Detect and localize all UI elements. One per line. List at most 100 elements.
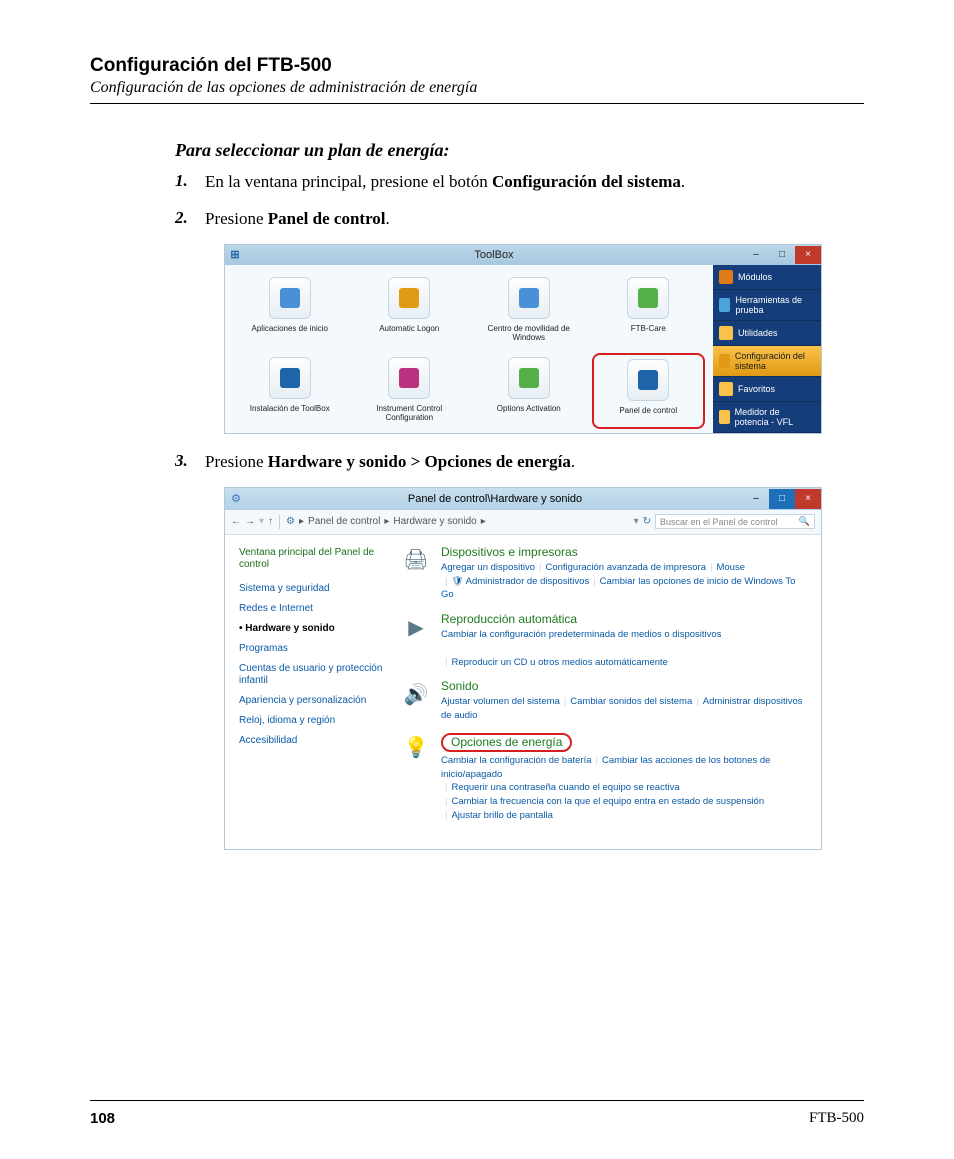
category-icon: 🔊 [401,679,431,709]
app-launcher-item[interactable]: Panel de control [592,353,706,429]
subcategory-link[interactable]: Mouse [716,562,745,573]
subcategory-link[interactable]: Ajustar brillo de pantalla [451,810,552,821]
sidebar-category-link[interactable]: Programas [239,643,389,655]
app-label: FTB-Care [631,325,666,334]
subcategory-link[interactable]: Cambiar la configuración predeterminada … [441,629,721,640]
category-title[interactable]: Sonido [441,679,809,693]
back-button[interactable]: ← [231,516,241,527]
app-launcher-item[interactable]: FTB-Care [592,273,706,349]
category-icon: ▶ [401,612,431,642]
category-icon: 💡 [401,733,431,763]
app-icon [627,277,669,319]
sidebar-item-label: Módulos [738,272,772,282]
step-number: 2. [175,208,205,231]
footer-rule [90,1100,864,1101]
sidebar-category-link[interactable]: Redes e Internet [239,603,389,615]
subcategory-link[interactable]: Configuración avanzada de impresora [545,562,706,573]
category-title[interactable]: Dispositivos e impresoras [441,545,809,559]
app-icon [388,357,430,399]
subcategory-link[interactable]: Cambiar la configuración de batería [441,755,592,766]
category-block: ▶ Reproducción automática Cambiar la confi… [401,612,809,669]
close-button[interactable]: × [795,489,821,509]
subcategory-link[interactable]: Reproducir un CD u otros medios automáti… [451,657,668,668]
sidebar-item[interactable]: Herramientas de prueba [713,290,821,321]
app-launcher-item[interactable]: Automatic Logon [353,273,467,349]
breadcrumb[interactable]: Hardware y sonido [393,516,476,527]
app-launcher-item[interactable]: Options Activation [472,353,586,429]
page-footer: 108 FTB-500 [90,1110,864,1127]
sidebar-item[interactable]: Configuración del sistema [713,346,821,377]
sidebar-item[interactable]: Favoritos [713,377,821,402]
sidebar-category-link[interactable]: Cuentas de usuario y protección infantil [239,663,389,687]
step-3: 3. Presione Hardware y sonido > Opciones… [175,451,864,474]
sidebar-category-link[interactable]: Reloj, idioma y región [239,715,389,727]
forward-button[interactable]: → [245,516,255,527]
sidebar-category-link[interactable]: Accesibilidad [239,735,389,747]
window-title: Panel de control\Hardware y sonido [247,493,743,505]
sidebar-item-label: Medidor de potencia - VFL [735,407,815,427]
search-input[interactable]: Buscar en el Panel de control 🔍 [655,514,815,529]
category-icon: 🖨 [401,545,431,575]
sidebar-item[interactable]: Medidor de potencia - VFL [713,402,821,433]
app-icon [388,277,430,319]
minimize-button[interactable]: – [743,489,769,509]
breadcrumb[interactable]: Panel de control [308,516,380,527]
window-titlebar: ⊞ ToolBox – □ × [225,245,821,265]
app-label: Instrument Control Configuration [364,405,454,423]
subcategory-link[interactable]: 🛡 Administrador de dispositivos [451,576,589,587]
app-icon [508,277,550,319]
refresh-button[interactable]: ↻ [643,516,651,527]
maximize-button[interactable]: □ [769,246,795,264]
close-button[interactable]: × [795,246,821,264]
category-title[interactable]: Reproducción automática [441,612,809,626]
category-title[interactable]: Opciones de energía [441,733,572,752]
app-label: Instalación de ToolBox [250,405,330,414]
step-number: 3. [175,451,205,474]
category-block: 🖨 Dispositivos e impresoras Agregar un dis… [401,545,809,602]
page-header-subtitle: Configuración de las opciones de adminis… [90,79,864,97]
subcategory-link[interactable]: Ajustar volumen del sistema [441,696,560,707]
header-rule [90,103,864,104]
section-heading: Para seleccionar un plan de energía: [175,140,864,161]
app-icon [269,357,311,399]
sidebar-icon [719,270,733,284]
step-1: 1. En la ventana principal, presione el … [175,171,864,194]
sidebar-category-link[interactable]: Hardware y sonido [239,623,389,635]
subcategory-link[interactable]: Requerir una contraseña cuando el equipo… [451,782,679,793]
step-text: En la ventana principal, presione el bot… [205,171,864,194]
step-2: 2. Presione Panel de control. [175,208,864,231]
sidebar-icon [719,354,730,368]
subcategory-link[interactable]: Agregar un dispositivo [441,562,535,573]
minimize-button[interactable]: – [743,246,769,264]
maximize-button[interactable]: □ [769,489,795,509]
sidebar-category-link[interactable]: Sistema y seguridad [239,583,389,595]
step-number: 1. [175,171,205,194]
window-titlebar: ⚙ Panel de control\Hardware y sonido – □… [225,488,821,510]
app-launcher-item[interactable]: Instrument Control Configuration [353,353,467,429]
app-icon [269,277,311,319]
app-label: Centro de movilidad de Windows [484,325,574,343]
footer-model: FTB-500 [809,1110,864,1127]
sidebar-category-link[interactable]: Apariencia y personalización [239,695,389,707]
up-button[interactable]: ↑ [268,516,273,527]
app-launcher-item[interactable]: Aplicaciones de inicio [233,273,347,349]
subcategory-link[interactable]: Cambiar la frecuencia con la que el equi… [451,796,764,807]
step-text: Presione Hardware y sonido > Opciones de… [205,451,864,474]
sidebar-icon [719,382,733,396]
app-icon [627,359,669,401]
explorer-toolbar: ← → ▾ ↑ ⚙ ▸ Panel de control ▸ Hardware … [225,510,821,535]
sidebar-item[interactable]: Utilidades [713,321,821,346]
figure-toolbox: ⊞ ToolBox – □ × Aplicaciones de inicio Au… [225,245,821,433]
sidebar-item-label: Configuración del sistema [735,351,815,371]
app-launcher-item[interactable]: Centro de movilidad de Windows [472,273,586,349]
app-label: Aplicaciones de inicio [252,325,329,334]
page-header-title: Configuración del FTB-500 [90,55,864,77]
app-launcher-item[interactable]: Instalación de ToolBox [233,353,347,429]
sidebar-heading[interactable]: Ventana principal del Panel de control [239,547,389,571]
category-block: 💡 Opciones de energía Cambiar la configura… [401,733,809,823]
sidebar-item-label: Utilidades [738,328,778,338]
figure-control-panel: ⚙ Panel de control\Hardware y sonido – □… [225,488,821,849]
sidebar-item[interactable]: Módulos [713,265,821,290]
subcategory-link[interactable]: Cambiar sonidos del sistema [570,696,692,707]
app-label: Automatic Logon [379,325,439,334]
